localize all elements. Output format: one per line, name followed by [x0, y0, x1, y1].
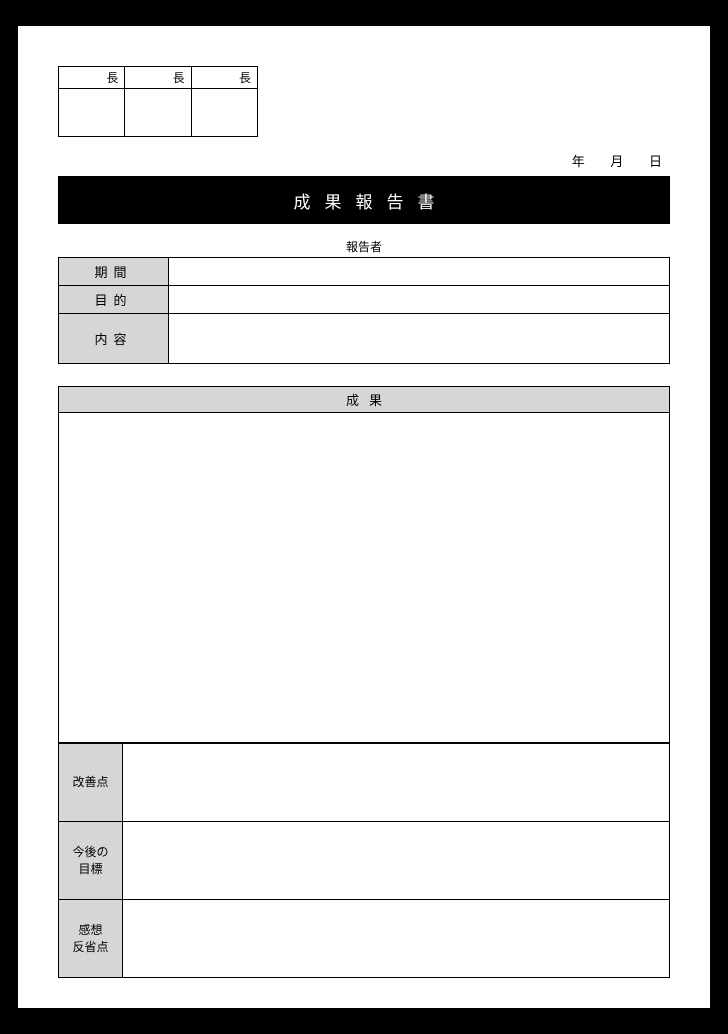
field-thoughts[interactable] [123, 900, 670, 978]
field-improve[interactable] [123, 744, 670, 822]
document-title: 成果報告書 [58, 176, 670, 224]
date-line: 年 月 日 [58, 151, 664, 170]
result-rows: 改善点 今後の 目標 感想 反省点 [58, 743, 670, 978]
label-thoughts: 感想 反省点 [59, 900, 123, 978]
label-improve: 改善点 [59, 744, 123, 822]
date-day-label: 日 [649, 154, 664, 169]
stamp-header-3: 長 [191, 67, 257, 89]
label-content: 内容 [59, 314, 169, 364]
field-future-goals[interactable] [123, 822, 670, 900]
label-thoughts-l2: 反省点 [72, 940, 108, 954]
result-section: 成果 改善点 今後の 目標 感想 反省点 [58, 386, 670, 978]
stamp-header-1: 長 [59, 67, 125, 89]
result-header: 成果 [58, 386, 670, 413]
stamp-header-2: 長 [125, 67, 191, 89]
reporter-label: 報告者 [58, 238, 670, 255]
result-body[interactable] [58, 413, 670, 743]
label-future-goals: 今後の 目標 [59, 822, 123, 900]
label-period: 期間 [59, 258, 169, 286]
stamp-box-3[interactable] [191, 89, 257, 137]
date-month-label: 月 [610, 154, 625, 169]
stamp-box-1[interactable] [59, 89, 125, 137]
info-table: 期間 目的 内容 [58, 257, 670, 364]
page: 長 長 長 年 月 日 成果報告書 報告者 期間 [18, 26, 710, 1008]
field-content[interactable] [169, 314, 670, 364]
field-period[interactable] [169, 258, 670, 286]
label-thoughts-l1: 感想 [78, 923, 102, 937]
approval-stamp-table: 長 長 長 [58, 66, 258, 137]
date-year-label: 年 [572, 154, 587, 169]
outer-frame: 長 長 長 年 月 日 成果報告書 報告者 期間 [0, 0, 728, 1034]
label-future-l1: 今後の [72, 845, 108, 859]
stamp-box-2[interactable] [125, 89, 191, 137]
label-purpose: 目的 [59, 286, 169, 314]
label-future-l2: 目標 [78, 862, 102, 876]
field-purpose[interactable] [169, 286, 670, 314]
